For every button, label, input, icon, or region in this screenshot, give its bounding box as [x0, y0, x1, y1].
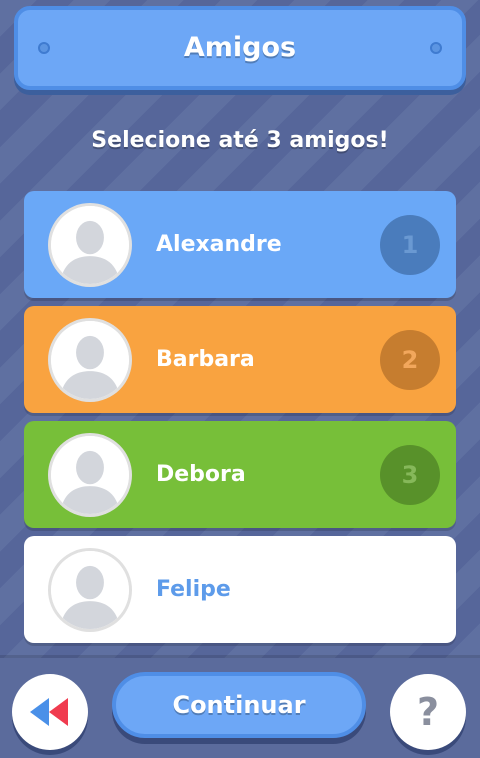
avatar-silhouette-icon	[51, 321, 129, 399]
avatar-silhouette-icon	[51, 436, 129, 514]
friend-list: Alexandre 1 Barbara 2 Debora 3 Felipe	[24, 191, 456, 655]
friend-row[interactable]: Debora 3	[24, 421, 456, 528]
friend-name: Felipe	[156, 577, 231, 602]
selection-order-badge: 1	[380, 215, 440, 275]
page-title: Amigos	[183, 32, 297, 63]
friend-row[interactable]: Felipe	[24, 536, 456, 643]
help-button[interactable]: ?	[390, 674, 466, 750]
friend-row[interactable]: Barbara 2	[24, 306, 456, 413]
avatar	[48, 203, 132, 287]
title-banner: Amigos	[14, 6, 466, 90]
selection-order-badge: 3	[380, 445, 440, 505]
friend-name: Alexandre	[156, 232, 282, 257]
avatar-silhouette-icon	[51, 551, 129, 629]
friend-name: Debora	[156, 462, 246, 487]
friend-name: Barbara	[156, 347, 255, 372]
footer-bar: Continuar ?	[0, 658, 480, 758]
rivet-right	[430, 42, 442, 54]
avatar	[48, 318, 132, 402]
instruction-text: Selecione até 3 amigos!	[91, 128, 389, 153]
selection-order-badge: 2	[380, 330, 440, 390]
avatar	[48, 433, 132, 517]
continue-button[interactable]: Continuar	[112, 672, 366, 738]
avatar-silhouette-icon	[51, 206, 129, 284]
friend-row[interactable]: Alexandre 1	[24, 191, 456, 298]
avatar	[48, 548, 132, 632]
rewind-icon	[30, 698, 68, 726]
back-button[interactable]	[12, 674, 88, 750]
